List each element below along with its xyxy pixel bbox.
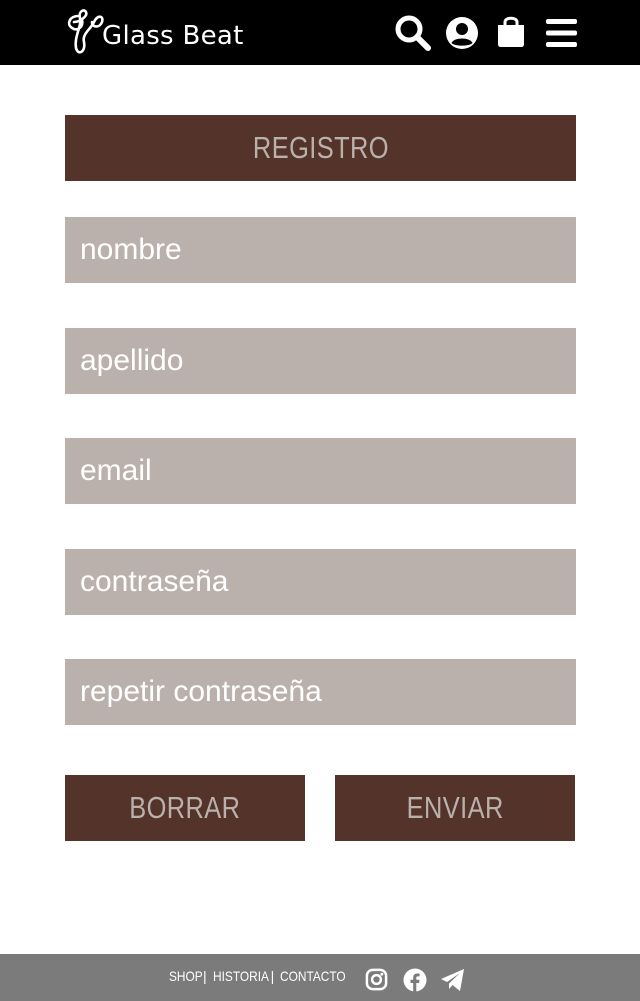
footer-separator: | [203, 968, 207, 984]
search-button[interactable] [394, 14, 432, 52]
reset-button-label: BORRAR [129, 790, 241, 825]
shopping-bag-icon [498, 16, 524, 47]
footer-link-shop[interactable]: SHOP [169, 968, 203, 984]
brand-logo[interactable]: Glass Beat [64, 8, 244, 58]
facebook-icon [403, 968, 427, 992]
footer-separator: | [270, 968, 275, 984]
password-field[interactable] [65, 549, 576, 615]
telegram-icon [441, 969, 464, 991]
submit-button-label: ENVIAR [406, 790, 504, 825]
footer-nav: SHOP | HISTORIA | CONTACTO [169, 968, 346, 984]
account-button[interactable] [445, 16, 479, 50]
form-title-bar: REGISTRO [65, 115, 576, 181]
menu-icon [546, 19, 577, 47]
user-icon [446, 17, 478, 49]
email-field[interactable] [65, 438, 576, 504]
telegram-link[interactable] [440, 968, 466, 992]
brand-name: Glass Beat [102, 21, 244, 51]
form-title: REGISTRO [252, 130, 389, 165]
footer-link-contacto[interactable]: CONTACTO [280, 968, 346, 984]
site-footer: SHOP | HISTORIA | CONTACTO [0, 954, 640, 1001]
menu-button[interactable] [546, 19, 577, 47]
site-header: Glass Beat [0, 0, 640, 65]
repeat-password-field[interactable] [65, 659, 576, 725]
apellido-field[interactable] [65, 328, 576, 394]
submit-button[interactable]: ENVIAR [335, 775, 575, 841]
facebook-link[interactable] [403, 968, 427, 992]
cart-button[interactable] [496, 14, 526, 48]
instagram-icon [365, 968, 388, 991]
instagram-link[interactable] [365, 968, 388, 991]
footer-link-historia[interactable]: HISTORIA [213, 968, 269, 984]
nombre-field[interactable] [65, 217, 576, 283]
search-icon [395, 15, 431, 51]
reset-button[interactable]: BORRAR [65, 775, 305, 841]
